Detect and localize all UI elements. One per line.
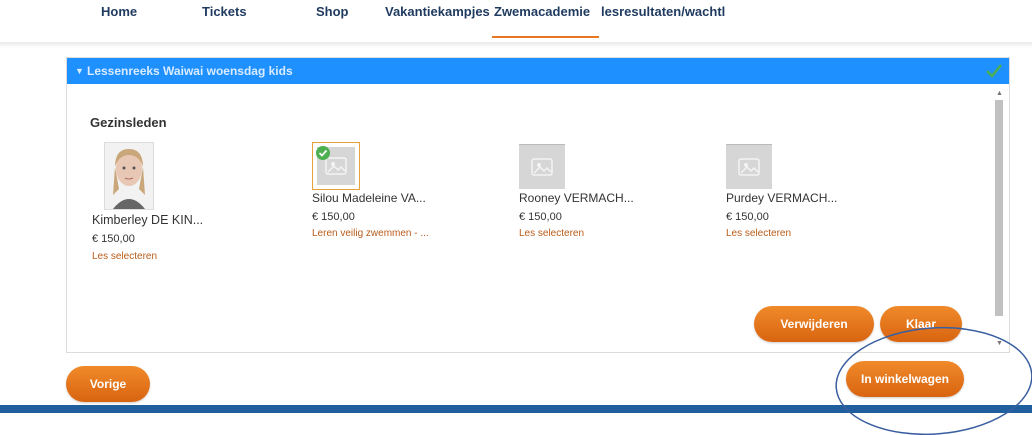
nav-tab-vakantiekampjes[interactable]: Vakantiekampjes xyxy=(385,4,490,20)
nav-shadow xyxy=(0,42,1032,48)
scroll-down-arrow-icon[interactable]: ▼ xyxy=(996,340,1003,347)
checkmark-icon xyxy=(979,58,1009,84)
select-lesson-link[interactable]: Les selecteren xyxy=(92,251,157,262)
selected-check-icon xyxy=(316,146,330,165)
chevron-down-icon: ▼ xyxy=(75,66,84,76)
scrollbar-thumb[interactable] xyxy=(995,100,1003,316)
select-lesson-link[interactable]: Les selecteren xyxy=(519,228,584,239)
member-card[interactable]: Purdey VERMACH... € 150,00 Les selectere… xyxy=(726,144,906,244)
member-name: Rooney VERMACH... xyxy=(519,191,634,205)
lesson-panel: ▼ Lessenreeks Waiwai woensdag kids ▲ ▼ G… xyxy=(66,57,1010,353)
selected-photo-frame xyxy=(312,142,360,190)
member-name: Purdey VERMACH... xyxy=(726,191,838,205)
nav-tab-lesresultaten[interactable]: lesresultaten/wachtl xyxy=(601,4,725,20)
nav-tab-shop[interactable]: Shop xyxy=(316,4,349,20)
member-card[interactable]: Kimberley DE KIN... € 150,00 Les selecte… xyxy=(92,142,244,262)
done-button[interactable]: Klaar xyxy=(880,306,962,342)
previous-button[interactable]: Vorige xyxy=(66,366,150,402)
nav-tab-tickets[interactable]: Tickets xyxy=(202,4,247,20)
footer-bar xyxy=(0,405,1032,413)
member-photo xyxy=(104,142,154,210)
add-to-cart-button[interactable]: In winkelwagen xyxy=(846,361,964,397)
placeholder-image-icon xyxy=(726,144,772,189)
panel-header[interactable]: ▼ Lessenreeks Waiwai woensdag kids xyxy=(67,58,1009,84)
top-navigation: Home Tickets Shop Vakantiekampjes Zwemac… xyxy=(0,0,1032,48)
placeholder-image-icon xyxy=(519,144,565,189)
selected-lesson-link[interactable]: Leren veilig zwemmen - ... xyxy=(312,228,429,239)
remove-button[interactable]: Verwijderen xyxy=(754,306,874,342)
nav-tab-zwemacademie[interactable]: Zwemacademie xyxy=(494,4,590,20)
member-card[interactable]: Rooney VERMACH... € 150,00 Les selectere… xyxy=(519,144,699,244)
member-price: € 150,00 xyxy=(726,211,769,223)
panel-title: Lessenreeks Waiwai woensdag kids xyxy=(87,64,293,78)
select-lesson-link[interactable]: Les selecteren xyxy=(726,228,791,239)
member-price: € 150,00 xyxy=(92,233,135,245)
nav-tab-home[interactable]: Home xyxy=(101,4,137,20)
scroll-up-arrow-icon[interactable]: ▲ xyxy=(996,90,1003,97)
member-price: € 150,00 xyxy=(519,211,562,223)
member-card[interactable]: Silou Madeleine VA... € 150,00 Leren vei… xyxy=(312,142,492,242)
active-tab-indicator xyxy=(492,36,599,38)
member-name: Silou Madeleine VA... xyxy=(312,191,426,205)
section-title-gezinsleden: Gezinsleden xyxy=(90,115,167,130)
member-name: Kimberley DE KIN... xyxy=(92,213,204,227)
member-price: € 150,00 xyxy=(312,211,355,223)
